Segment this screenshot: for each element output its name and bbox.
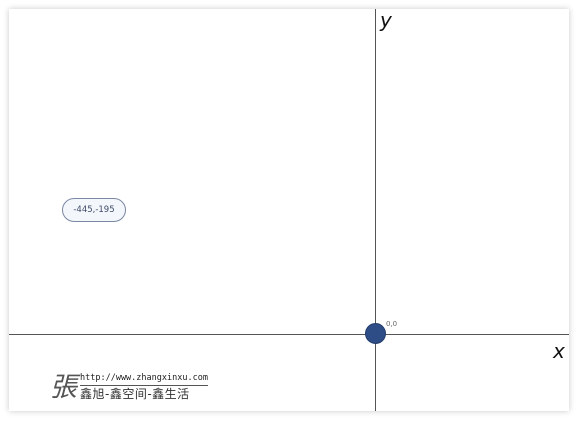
watermark-text: http://www.zhangxinxu.com 鑫旭-鑫空间-鑫生活	[80, 373, 208, 402]
origin-label: 0,0	[386, 320, 398, 328]
y-axis	[375, 9, 376, 411]
watermark-tagline: 鑫旭-鑫空间-鑫生活	[80, 387, 190, 401]
coordinate-tooltip: -445,-195	[62, 198, 126, 222]
x-axis-label: x	[553, 339, 565, 363]
watermark: 張 http://www.zhangxinxu.com 鑫旭-鑫空间-鑫生活	[50, 373, 208, 407]
origin-handle[interactable]	[365, 323, 386, 344]
watermark-url: http://www.zhangxinxu.com	[80, 373, 208, 386]
canvas-area[interactable]: y x 0,0 -445,-195 張 http://www.zhangxinx…	[9, 9, 569, 411]
x-axis	[9, 334, 569, 335]
y-axis-label: y	[380, 9, 392, 32]
watermark-logo-glyph: 張	[50, 372, 77, 403]
